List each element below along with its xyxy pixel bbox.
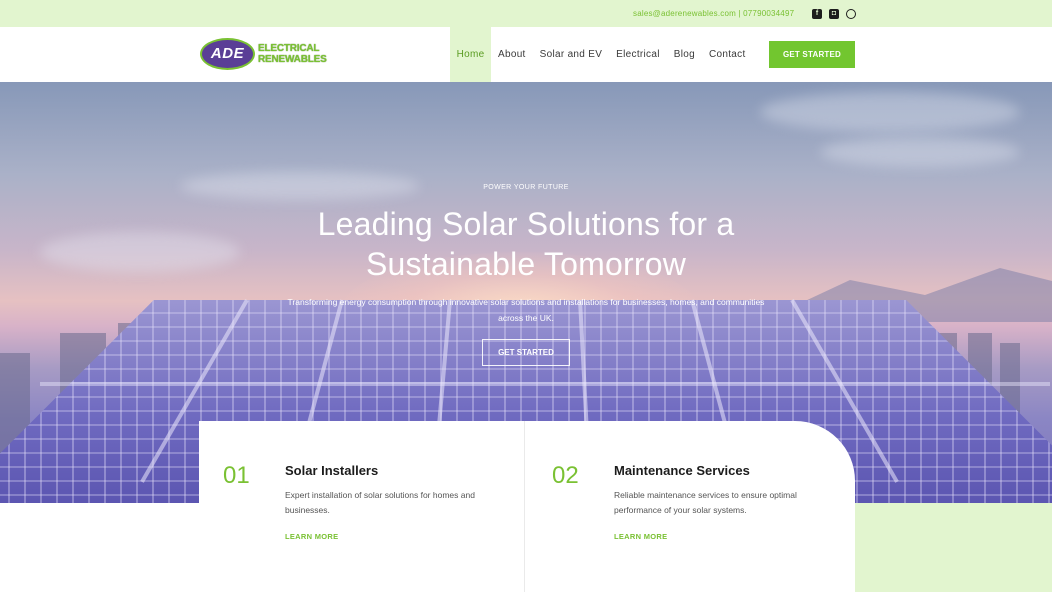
nav-solar-ev[interactable]: Solar and EV [533,27,610,82]
service-description: Reliable maintenance services to ensure … [614,490,797,515]
instagram-icon[interactable]: ◘ [829,9,839,19]
cloud-shape [760,92,1020,132]
nav-contact[interactable]: Contact [702,27,753,82]
service-title: Solar Installers [285,463,379,478]
cloud-shape [820,137,1020,167]
logo-badge: ADE [200,38,255,70]
cloud-shape [40,232,240,272]
accent-block [854,503,1052,592]
main-nav: Home About Solar and EV Electrical Blog … [450,27,753,82]
social-links: f ◘ [812,9,856,19]
header-get-started-button[interactable]: GET STARTED [769,41,855,68]
learn-more-link[interactable]: LEARN MORE [614,532,667,541]
top-contact-bar: sales@aderenewables.com | 07790034497 f … [0,0,1052,27]
panel-seam [40,382,1050,386]
service-number: 02 [552,462,579,489]
learn-more-link[interactable]: LEARN MORE [285,532,338,541]
service-title: Maintenance Services [614,463,750,478]
whatsapp-icon[interactable] [846,9,856,19]
service-number: 01 [223,462,250,489]
nav-electrical[interactable]: Electrical [609,27,667,82]
site-logo[interactable]: ADE ELECTRICAL RENEWABLES [200,38,334,72]
facebook-icon[interactable]: f [812,9,822,19]
logo-line-1: ELECTRICAL [258,43,320,54]
logo-line-2: RENEWABLES [258,54,327,65]
service-item-solar-installers: 01 Solar Installers Expert installation … [199,421,519,592]
divider [524,421,525,592]
service-item-maintenance: 02 Maintenance Services Reliable mainten… [528,421,848,592]
services-card: 01 Solar Installers Expert installation … [199,421,855,592]
nav-home[interactable]: Home [450,27,491,82]
service-description: Expert installation of solar solutions f… [285,490,475,515]
nav-about[interactable]: About [491,27,533,82]
hero-subtitle: Transforming energy consumption through … [287,297,765,323]
hero-eyebrow: POWER YOUR FUTURE [483,184,569,191]
nav-blog[interactable]: Blog [667,27,702,82]
hero-title: Leading Solar Solutions for a Sustainabl… [317,206,735,282]
logo-badge-text: ADE [210,45,245,62]
contact-info[interactable]: sales@aderenewables.com | 07790034497 [633,9,794,18]
hero-get-started-button[interactable]: GET STARTED [482,339,570,366]
logo-wordmark: ELECTRICAL RENEWABLES [258,43,336,65]
